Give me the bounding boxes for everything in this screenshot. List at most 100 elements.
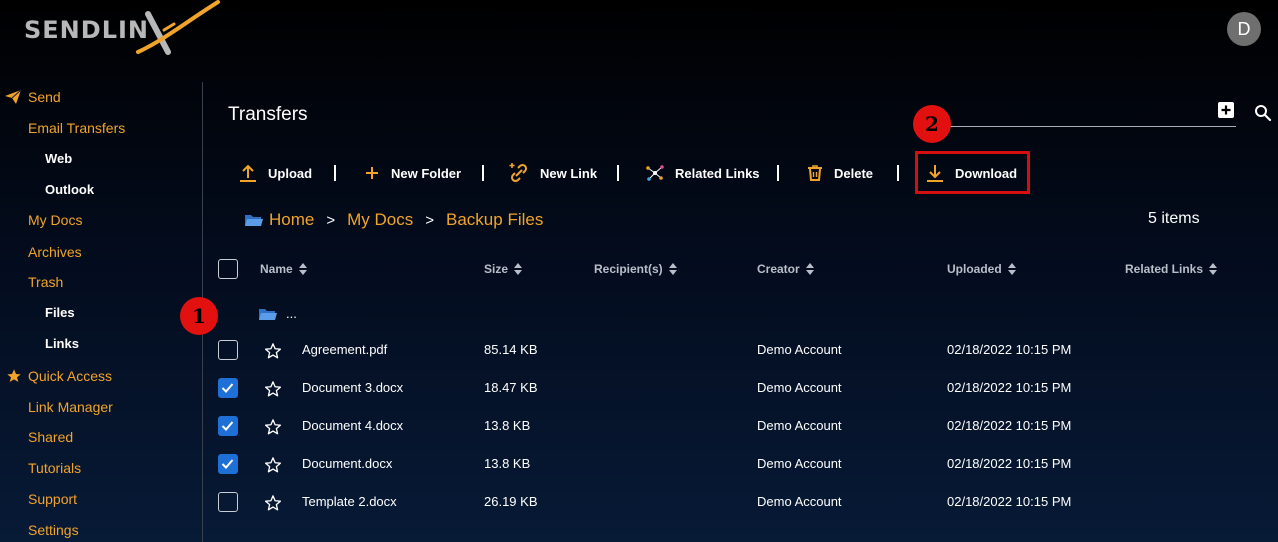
file-uploaded: 02/18/2022 10:15 PM (947, 418, 1072, 433)
star-outline-icon[interactable] (264, 342, 282, 360)
page-title: Transfers (228, 104, 308, 125)
new-folder-label: New Folder (391, 165, 462, 181)
file-creator: Demo Account (757, 456, 842, 471)
checkmark-icon (221, 383, 234, 393)
sidebar-item-quick-access[interactable]: Quick Access (7, 368, 112, 384)
file-name[interactable]: Document.docx (302, 456, 392, 471)
toolbar-divider (897, 165, 899, 181)
sidebar-item-label: Send (28, 89, 61, 105)
upload-icon (240, 164, 256, 182)
star-outline-icon[interactable] (264, 456, 282, 474)
sidebar-item-files[interactable]: Files (45, 305, 75, 321)
star-outline-icon[interactable] (264, 380, 282, 398)
file-name[interactable]: Template 2.docx (302, 494, 397, 509)
sidebar-item-web[interactable]: Web (45, 151, 72, 167)
row-checkbox[interactable] (218, 454, 238, 474)
row-checkbox[interactable] (218, 378, 238, 398)
logo-x-mark (136, 0, 220, 55)
trash-icon (808, 165, 822, 181)
search-button[interactable] (1254, 104, 1272, 127)
file-name[interactable]: Agreement.pdf (302, 342, 387, 357)
logo-wordmark: SENDLIN (24, 16, 149, 44)
file-name[interactable]: Document 3.docx (302, 380, 403, 395)
breadcrumb-separator: > (326, 211, 336, 229)
column-header-recipients[interactable]: Recipient(s) (594, 262, 677, 276)
file-uploaded: 02/18/2022 10:15 PM (947, 494, 1072, 509)
delete-label: Delete (834, 165, 874, 181)
file-size: 85.14 KB (484, 342, 538, 357)
file-size: 13.8 KB (484, 418, 531, 433)
download-highlight-box (915, 151, 1030, 194)
network-icon (646, 165, 664, 181)
row-checkbox[interactable] (218, 492, 238, 512)
sort-icon (514, 263, 523, 275)
toolbar-divider (482, 165, 484, 181)
star-outline-icon[interactable] (264, 494, 282, 512)
sidebar-item-support[interactable]: Support (28, 491, 77, 507)
column-header-size[interactable]: Size (484, 262, 523, 276)
sort-icon (1007, 263, 1016, 275)
upload-label: Upload (268, 165, 313, 181)
breadcrumb-my-docs[interactable]: My Docs (347, 210, 413, 230)
sidebar-item-tutorials[interactable]: Tutorials (28, 460, 81, 476)
column-header-label: Recipient(s) (594, 262, 663, 276)
delete-button[interactable]: Delete (806, 162, 873, 184)
sidebar-item-send[interactable]: Send (5, 89, 61, 105)
row-checkbox[interactable] (218, 340, 238, 360)
related-links-button[interactable]: Related Links (645, 162, 760, 184)
toolbar-divider (334, 165, 336, 181)
file-size: 26.19 KB (484, 494, 538, 509)
sidebar-item-trash[interactable]: Trash (28, 274, 63, 290)
column-header-uploaded[interactable]: Uploaded (947, 262, 1016, 276)
sidebar-item-outlook[interactable]: Outlook (45, 182, 94, 198)
column-header-name[interactable]: Name (260, 262, 307, 276)
add-button[interactable] (1218, 102, 1234, 123)
file-creator: Demo Account (757, 494, 842, 509)
search-input[interactable] (940, 126, 1236, 127)
sidebar-item-email-transfers[interactable]: Email Transfers (28, 120, 125, 136)
sort-icon (298, 263, 307, 275)
star-filled-icon (7, 369, 21, 382)
callout-marker-1: 1 (180, 297, 218, 335)
breadcrumb-home[interactable]: Home (269, 210, 314, 230)
sidebar-item-my-docs[interactable]: My Docs (28, 212, 82, 228)
sidebar-item-link-manager[interactable]: Link Manager (28, 399, 113, 415)
upload-button[interactable]: Upload (238, 162, 312, 184)
file-size: 13.8 KB (484, 456, 531, 471)
sidebar-item-links[interactable]: Links (45, 336, 79, 352)
link-add-icon (509, 163, 528, 183)
select-all-checkbox[interactable] (218, 259, 238, 279)
file-name[interactable]: Document 4.docx (302, 418, 403, 433)
column-header-label: Creator (757, 262, 800, 276)
item-count: 5 items (1148, 210, 1200, 227)
sort-icon (805, 263, 814, 275)
sidebar-item-archives[interactable]: Archives (28, 244, 82, 260)
search-icon (1255, 105, 1272, 122)
new-folder-button[interactable]: New Folder (363, 162, 461, 184)
breadcrumb-separator: > (425, 211, 435, 229)
file-uploaded: 02/18/2022 10:15 PM (947, 456, 1072, 471)
plus-icon (366, 167, 378, 179)
parent-folder-row[interactable]: ... (258, 306, 297, 327)
parent-folder-label: ... (286, 306, 297, 321)
star-outline-icon[interactable] (264, 418, 282, 436)
new-link-button[interactable]: New Link (508, 162, 597, 184)
toolbar-divider (617, 165, 619, 181)
sidebar-item-settings[interactable]: Settings (28, 522, 79, 538)
column-header-creator[interactable]: Creator (757, 262, 814, 276)
checkmark-icon (221, 421, 234, 431)
sort-icon (668, 263, 677, 275)
breadcrumb-current[interactable]: Backup Files (446, 210, 543, 230)
file-uploaded: 02/18/2022 10:15 PM (947, 380, 1072, 395)
column-header-related-links[interactable]: Related Links (1125, 262, 1218, 276)
file-creator: Demo Account (757, 380, 842, 395)
row-checkbox[interactable] (218, 416, 238, 436)
app-logo[interactable]: SENDLIN (24, 0, 224, 60)
new-link-label: New Link (540, 165, 598, 181)
file-creator: Demo Account (757, 342, 842, 357)
user-avatar[interactable]: D (1227, 12, 1261, 46)
file-uploaded: 02/18/2022 10:15 PM (947, 342, 1072, 357)
related-links-label: Related Links (675, 165, 760, 181)
column-header-label: Name (260, 262, 293, 276)
sidebar-item-shared[interactable]: Shared (28, 429, 73, 445)
